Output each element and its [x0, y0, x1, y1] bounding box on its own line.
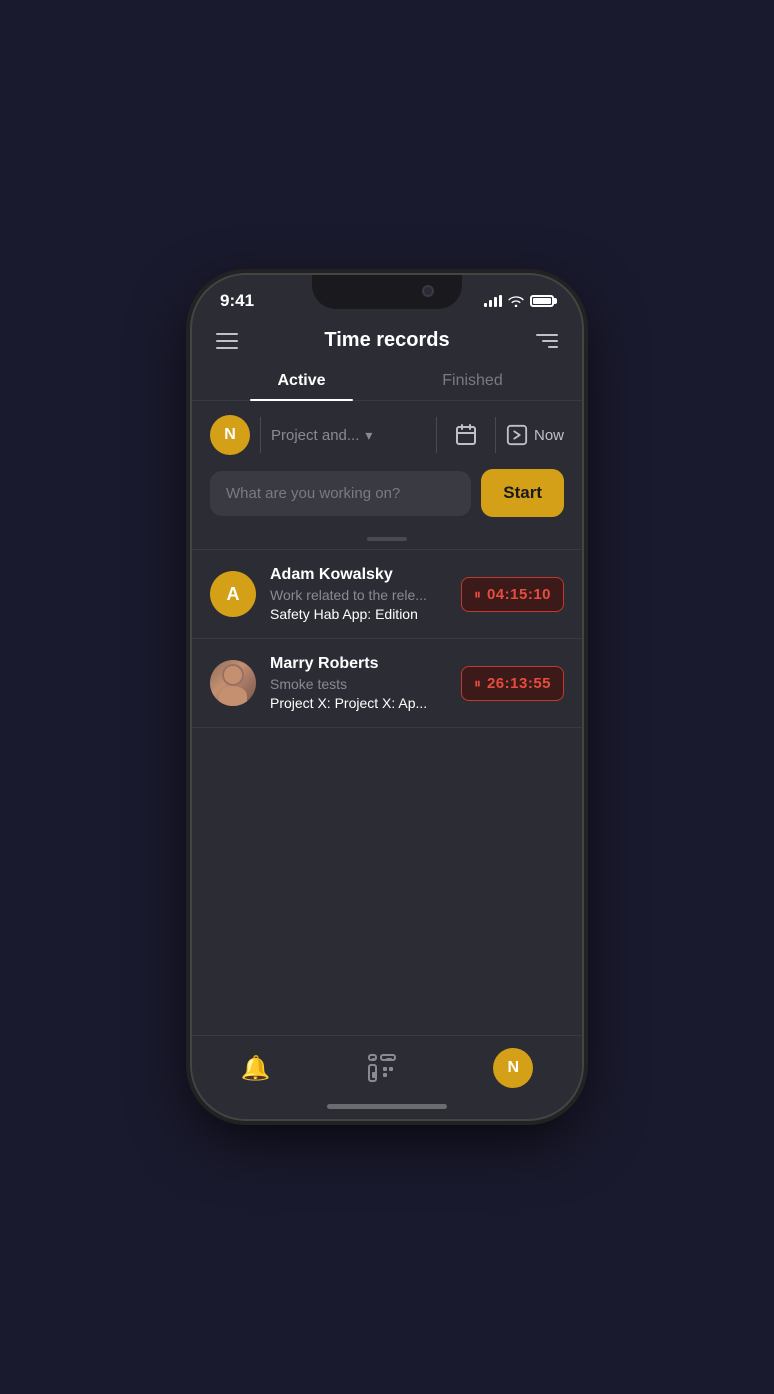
home-bar — [327, 1104, 447, 1109]
filter-row: N Project and... ▾ — [192, 401, 582, 469]
menu-button[interactable] — [216, 333, 238, 349]
bell-icon: 🔔 — [241, 1054, 271, 1083]
now-button[interactable]: Now — [506, 424, 564, 446]
avatar — [210, 660, 256, 706]
phone-frame: 9:41 — [192, 275, 582, 1119]
wifi-icon — [508, 295, 524, 307]
tab-active[interactable]: Active — [216, 362, 387, 400]
project-selector-text: Project and... — [271, 427, 359, 444]
profile-avatar: N — [493, 1048, 533, 1088]
record-task: Smoke tests — [270, 676, 447, 692]
record-info: Adam Kowalsky Work related to the rele..… — [270, 566, 447, 622]
now-label: Now — [534, 427, 564, 444]
calendar-button[interactable] — [447, 416, 485, 454]
status-icons — [484, 295, 554, 307]
start-button[interactable]: Start — [481, 469, 564, 517]
page-title: Time records — [324, 329, 449, 352]
nav-profile[interactable]: N — [493, 1048, 533, 1088]
filter-button[interactable] — [536, 334, 558, 348]
calendar-icon — [454, 423, 478, 447]
timer-badge[interactable]: ⏸ 26:13:55 — [461, 666, 564, 701]
nav-qr-scanner[interactable] — [368, 1054, 396, 1082]
timer-text: 04:15:10 — [487, 586, 551, 603]
vertical-divider — [260, 417, 261, 453]
record-task: Work related to the rele... — [270, 587, 447, 603]
record-item[interactable]: A Adam Kowalsky Work related to the rele… — [192, 550, 582, 639]
tab-bar: Active Finished — [192, 362, 582, 401]
vertical-divider-2 — [436, 417, 437, 453]
timer-badge[interactable]: ⏸ 04:15:10 — [461, 577, 564, 612]
task-input[interactable] — [210, 471, 471, 516]
record-item[interactable]: Marry Roberts Smoke tests Project X: Pro… — [192, 639, 582, 728]
tab-finished[interactable]: Finished — [387, 362, 558, 400]
record-name: Adam Kowalsky — [270, 566, 447, 584]
qr-icon — [368, 1054, 396, 1082]
timer-text: 26:13:55 — [487, 675, 551, 692]
record-project: Safety Hab App: Edition — [270, 606, 447, 622]
avatar: A — [210, 571, 256, 617]
battery-icon — [530, 295, 554, 307]
app-header: Time records — [192, 317, 582, 362]
user-avatar[interactable]: N — [210, 415, 250, 455]
record-name: Marry Roberts — [270, 655, 447, 673]
pause-icon: ⏸ — [474, 586, 481, 603]
chevron-down-icon: ▾ — [365, 427, 372, 444]
vertical-divider-3 — [495, 417, 496, 453]
records-list: A Adam Kowalsky Work related to the rele… — [192, 550, 582, 1035]
signal-icon — [484, 295, 502, 307]
screen: 9:41 — [192, 275, 582, 1119]
bottom-nav: 🔔 — [192, 1035, 582, 1096]
status-time: 9:41 — [220, 291, 254, 311]
record-project: Project X: Project X: Ap... — [270, 695, 447, 711]
record-info: Marry Roberts Smoke tests Project X: Pro… — [270, 655, 447, 711]
nav-notifications[interactable]: 🔔 — [241, 1054, 271, 1083]
arrow-right-box-icon — [506, 424, 528, 446]
camera — [422, 285, 434, 297]
pause-icon: ⏸ — [474, 675, 481, 692]
project-selector[interactable]: Project and... ▾ — [271, 427, 426, 444]
home-indicator — [192, 1096, 582, 1119]
input-area: Start — [192, 469, 582, 533]
drag-handle — [192, 533, 582, 549]
notch — [312, 275, 462, 309]
